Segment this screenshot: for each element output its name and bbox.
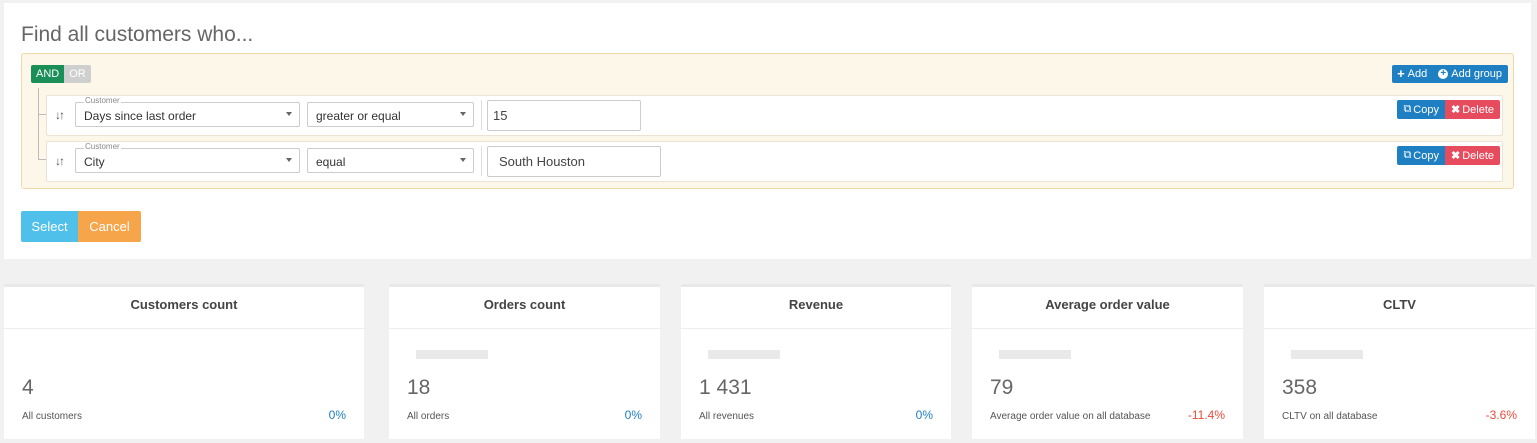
divider bbox=[4, 328, 364, 329]
stat-card-cltv: CLTV 358 CLTV on all database -3.6% bbox=[1264, 284, 1535, 439]
tree-branch bbox=[38, 159, 46, 160]
stat-change: -3.6% bbox=[1486, 408, 1517, 422]
field-value: Days since last order bbox=[84, 109, 196, 123]
cancel-button[interactable]: Cancel bbox=[78, 211, 141, 242]
rule-row: ↓↑ Customer Days since last order greate… bbox=[46, 95, 1503, 136]
stat-card-orders: Orders count 18 All orders 0% bbox=[389, 284, 660, 439]
tree-branch bbox=[38, 114, 46, 115]
add-rule-button[interactable]: + Add bbox=[1392, 65, 1433, 83]
stat-change: 0% bbox=[625, 408, 642, 422]
field-value: City bbox=[84, 155, 105, 169]
sort-handle-icon[interactable]: ↓↑ bbox=[55, 154, 63, 168]
stat-value: 358 bbox=[1282, 376, 1317, 400]
field-select[interactable]: Customer City bbox=[75, 148, 300, 173]
copy-icon: ⧉ bbox=[1403, 149, 1411, 162]
stat-title: CLTV bbox=[1264, 297, 1535, 312]
stat-title: Customers count bbox=[4, 297, 364, 312]
stat-subtitle: CLTV on all database bbox=[1282, 411, 1377, 422]
plus-icon: + bbox=[1397, 69, 1405, 79]
rule-group: AND OR + Add + Add group ↓↑ Customer Day… bbox=[21, 53, 1514, 189]
stat-card-average-order-value: Average order value 79 Average order val… bbox=[972, 284, 1243, 439]
delete-button[interactable]: ✖ Delete bbox=[1445, 100, 1500, 119]
copy-label: Copy bbox=[1413, 104, 1439, 116]
divider bbox=[389, 328, 660, 329]
divider bbox=[972, 328, 1243, 329]
delete-label: Delete bbox=[1462, 150, 1494, 162]
query-builder-panel: Find all customers who... AND OR + Add +… bbox=[4, 3, 1531, 259]
stat-value: 18 bbox=[407, 376, 430, 400]
copy-button[interactable]: ⧉ Copy bbox=[1397, 146, 1445, 165]
tree-connector bbox=[38, 88, 39, 160]
value-input[interactable]: 15 bbox=[487, 100, 641, 131]
caret-down-icon bbox=[286, 158, 292, 162]
stat-title: Average order value bbox=[972, 297, 1243, 312]
stat-subtitle: All revenues bbox=[699, 411, 754, 422]
sparkline-placeholder bbox=[416, 350, 488, 359]
field-category-label: Customer bbox=[84, 142, 121, 151]
sparkline-placeholder bbox=[1291, 350, 1363, 359]
operator-value: equal bbox=[316, 155, 345, 169]
copy-label: Copy bbox=[1413, 150, 1439, 162]
caret-down-icon bbox=[460, 158, 466, 162]
operator-value: greater or equal bbox=[316, 109, 401, 123]
operator-select[interactable]: equal bbox=[307, 148, 474, 173]
and-button[interactable]: AND bbox=[31, 65, 64, 83]
stat-value: 79 bbox=[990, 376, 1013, 400]
field-category-label: Customer bbox=[84, 96, 121, 105]
stat-change: 0% bbox=[916, 408, 933, 422]
stat-title: Revenue bbox=[681, 297, 951, 312]
form-actions: Select Cancel bbox=[21, 211, 141, 242]
field-select[interactable]: Customer Days since last order bbox=[75, 102, 300, 127]
value-input[interactable]: South Houston bbox=[487, 146, 661, 177]
divider bbox=[481, 100, 482, 130]
rule-row: ↓↑ Customer City equal South Houston ⧉ C… bbox=[46, 141, 1503, 182]
group-actions: + Add + Add group bbox=[1392, 65, 1508, 83]
caret-down-icon bbox=[460, 112, 466, 116]
operator-select[interactable]: greater or equal bbox=[307, 102, 474, 127]
divider bbox=[1264, 328, 1535, 329]
stat-card-customers: Customers count 4 All customers 0% bbox=[4, 284, 364, 439]
rule-actions: ⧉ Copy ✖ Delete bbox=[1397, 100, 1500, 119]
select-button[interactable]: Select bbox=[21, 211, 78, 242]
logic-toggle: AND OR bbox=[31, 65, 91, 83]
copy-icon: ⧉ bbox=[1403, 103, 1411, 116]
stat-change: -11.4% bbox=[1188, 408, 1225, 422]
stat-card-revenue: Revenue 1 431 All revenues 0% bbox=[681, 284, 951, 439]
stat-title: Orders count bbox=[389, 297, 660, 312]
or-button[interactable]: OR bbox=[64, 65, 91, 83]
caret-down-icon bbox=[286, 112, 292, 116]
delete-button[interactable]: ✖ Delete bbox=[1445, 146, 1500, 165]
add-rule-label: Add bbox=[1408, 68, 1428, 80]
stat-value: 1 431 bbox=[699, 376, 752, 400]
sparkline-placeholder bbox=[708, 350, 780, 359]
divider bbox=[681, 328, 951, 329]
add-group-label: Add group bbox=[1451, 68, 1502, 80]
stat-subtitle: Average order value on all database bbox=[990, 411, 1150, 422]
stat-value: 4 bbox=[22, 376, 34, 400]
circle-plus-icon: + bbox=[1438, 69, 1448, 79]
stat-subtitle: All orders bbox=[407, 411, 449, 422]
sort-handle-icon[interactable]: ↓↑ bbox=[55, 108, 63, 122]
stat-subtitle: All customers bbox=[22, 411, 82, 422]
copy-button[interactable]: ⧉ Copy bbox=[1397, 100, 1445, 119]
add-group-button[interactable]: + Add group bbox=[1433, 65, 1508, 83]
stat-change: 0% bbox=[329, 408, 346, 422]
rule-actions: ⧉ Copy ✖ Delete bbox=[1397, 146, 1500, 165]
divider bbox=[481, 146, 482, 176]
page-title: Find all customers who... bbox=[21, 23, 253, 47]
sparkline-placeholder bbox=[999, 350, 1071, 359]
close-icon: ✖ bbox=[1451, 103, 1460, 116]
delete-label: Delete bbox=[1462, 104, 1494, 116]
close-icon: ✖ bbox=[1451, 149, 1460, 162]
